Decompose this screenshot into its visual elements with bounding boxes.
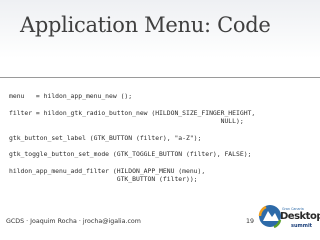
footer-credits: GCDS · Joaquim Rocha · jrocha@igalia.com <box>6 218 141 225</box>
code-line: hildon_app_menu_add_filter (HILDON_APP_M… <box>9 166 206 175</box>
page-number: 19 <box>246 218 255 225</box>
desktop-summit-logo: Gran Canaria Desktop summit <box>257 201 320 235</box>
logo-desktop-text: Desktop <box>280 211 320 222</box>
code-block: menu = hildon_app_menu_new (); filter = … <box>9 92 319 184</box>
code-line: filter = hildon_gtk_radio_button_new (HI… <box>9 108 256 117</box>
code-line: NULL); <box>9 117 244 125</box>
code-line: GTK_BUTTON (filter)); <box>9 175 198 183</box>
code-gap <box>9 101 319 109</box>
logo-summit-text: summit <box>291 223 313 229</box>
title-divider <box>0 77 320 78</box>
slide-title: Application Menu: Code <box>20 13 271 37</box>
code-gap <box>9 159 319 167</box>
slide: Application Menu: Code menu = hildon_app… <box>0 0 320 240</box>
code-line: gtk_toggle_button_set_mode (GTK_TOGGLE_B… <box>9 150 252 158</box>
code-gap <box>9 126 319 134</box>
code-line: gtk_button_set_label (GTK_BUTTON (filter… <box>9 133 202 142</box>
code-gap <box>9 142 319 150</box>
code-line: menu = hildon_app_menu_new (); <box>9 92 133 100</box>
